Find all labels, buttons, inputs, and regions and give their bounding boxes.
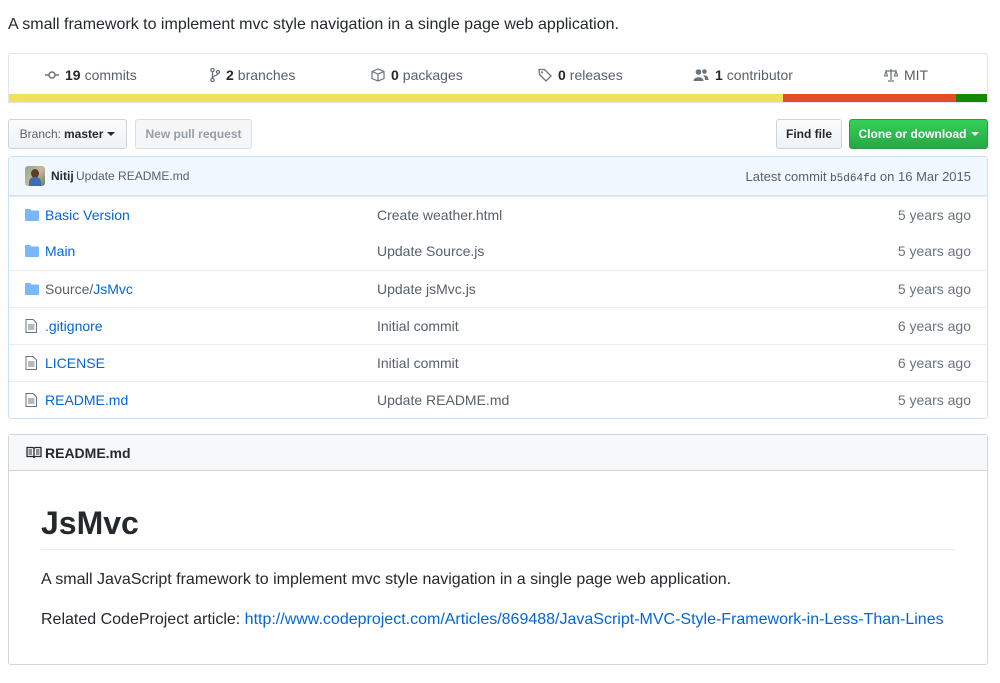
caret-down-icon [107, 132, 116, 136]
file-age: 5 years ago [897, 281, 971, 297]
file-commit-message[interactable]: Update jsMvc.js [377, 281, 476, 297]
file-name: Main [45, 243, 75, 259]
file-row: Source/JsMvc Update jsMvc.js 5 years ago [9, 270, 987, 307]
file-row: Main Update Source.js 5 years ago [9, 233, 987, 270]
law-icon [884, 68, 898, 82]
releases-label: releases [569, 67, 623, 83]
clone-label: Clone or download [858, 127, 967, 141]
file-name-link[interactable]: Basic Version [45, 207, 130, 223]
heading-divider [41, 549, 955, 550]
folder-icon [25, 282, 41, 296]
file-age: 5 years ago [897, 207, 971, 223]
language-bar[interactable] [9, 94, 987, 102]
packages-count: 0 [391, 67, 399, 83]
file-commit-message[interactable]: Create weather.html [377, 207, 502, 223]
file-commit-message[interactable]: Update Source.js [377, 243, 484, 259]
releases-link[interactable]: 0 releases [538, 67, 623, 83]
contributors-count: 1 [715, 67, 723, 83]
file-name-link[interactable]: LICENSE [45, 355, 105, 371]
readme-header: README.md [9, 435, 987, 471]
commit-author-link[interactable]: Nitij [51, 169, 74, 183]
file-row: README.md Update README.md 5 years ago [9, 381, 987, 418]
file-name: README.md [45, 392, 128, 408]
people-icon [693, 68, 709, 82]
file-commit-message[interactable]: Initial commit [377, 355, 459, 371]
file-icon [25, 393, 41, 407]
repo-description: A small framework to implement mvc style… [8, 16, 619, 33]
contributors-label: contributor [726, 67, 793, 83]
related-article-link[interactable]: http://www.codeproject.com/Articles/8694… [245, 611, 944, 628]
file-name-link[interactable]: .gitignore [45, 318, 103, 334]
file-age: 5 years ago [897, 392, 971, 408]
file-table: Nitij Update README.md Latest commit b5d… [8, 156, 988, 419]
latest-commit-label: Latest commit [745, 169, 827, 184]
file-age: 6 years ago [897, 318, 971, 334]
branch-name: master [64, 127, 104, 141]
file-row: .gitignore Initial commit 6 years ago [9, 307, 987, 344]
file-name-link[interactable]: Main [45, 243, 75, 259]
packages-label: packages [402, 67, 463, 83]
commit-message-link[interactable]: Update README.md [76, 169, 189, 183]
readme-title: README.md [45, 445, 131, 461]
file-row: LICENSE Initial commit 6 years ago [9, 344, 987, 381]
file-name-link[interactable]: README.md [45, 392, 128, 408]
commit-date: on 16 Mar 2015 [879, 169, 971, 184]
license-link[interactable]: MIT [884, 67, 928, 83]
commit-sha-link[interactable]: b5d64fd [830, 173, 876, 185]
file-commit-message[interactable]: Update README.md [377, 392, 509, 408]
language-segment[interactable] [955, 94, 987, 102]
language-segment[interactable] [782, 94, 956, 102]
file-name-link[interactable]: JsMvc [93, 281, 133, 297]
repo-summary: 19 commits 2 branches 0 packages 0 relea… [8, 53, 988, 103]
avatar[interactable] [25, 166, 45, 186]
find-file-button[interactable]: Find file [776, 119, 842, 149]
clone-download-button[interactable]: Clone or download [849, 119, 988, 149]
branches-label: branches [237, 67, 296, 83]
readme-box: README.md JsMvc A small JavaScript frame… [8, 434, 988, 665]
language-segment[interactable] [9, 94, 783, 102]
file-name: LICENSE [45, 355, 105, 371]
branches-link[interactable]: 2 branches [210, 67, 295, 83]
branch-icon [210, 68, 220, 82]
contributors-link[interactable]: 1 contributor [693, 67, 793, 83]
caret-down-icon [970, 132, 979, 136]
readme-paragraph: A small JavaScript framework to implemen… [41, 571, 732, 588]
related-label: Related CodeProject article: [41, 611, 241, 628]
file-icon [25, 356, 41, 370]
releases-count: 0 [558, 67, 566, 83]
branch-label: Branch: [19, 127, 61, 141]
tag-icon [538, 68, 552, 82]
file-age: 6 years ago [897, 355, 971, 371]
folder-icon [25, 208, 41, 222]
branches-count: 2 [226, 67, 234, 83]
branch-select-button[interactable]: Branch: master [8, 119, 127, 149]
file-name: .gitignore [45, 318, 103, 334]
latest-commit-info: Latest commit b5d64fd on 16 Mar 2015 [746, 169, 971, 185]
packages-link[interactable]: 0 packages [371, 67, 463, 83]
file-name: Basic Version [45, 207, 130, 223]
new-pull-request-button[interactable]: New pull request [135, 119, 252, 149]
package-icon [371, 68, 385, 82]
commits-link[interactable]: 19 commits [45, 67, 137, 83]
commit-icon [45, 68, 59, 82]
commits-label: commits [84, 67, 137, 83]
file-row: Basic Version Create weather.html 5 years … [9, 196, 987, 233]
latest-commit-bar: Nitij Update README.md Latest commit b5d… [9, 157, 987, 196]
book-icon [26, 446, 42, 462]
file-commit-message[interactable]: Initial commit [377, 318, 459, 334]
folder-icon [25, 244, 41, 258]
file-icon [25, 319, 41, 333]
commits-count: 19 [65, 67, 81, 83]
readme-heading: JsMvc [41, 505, 139, 541]
path-prefix[interactable]: Source/ [45, 281, 93, 297]
readme-related: Related CodeProject article: http://www.… [41, 611, 944, 629]
license-label: MIT [904, 67, 929, 83]
file-name: Source/JsMvc [45, 281, 133, 297]
file-age: 5 years ago [897, 243, 971, 259]
